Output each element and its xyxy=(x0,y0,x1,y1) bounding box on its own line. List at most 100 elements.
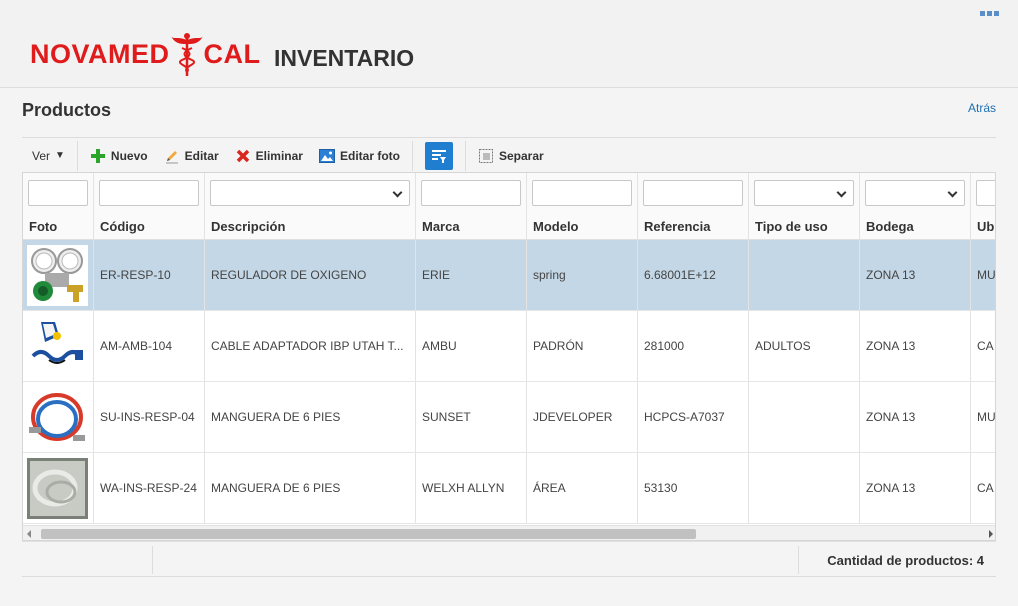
hose-image xyxy=(27,387,88,448)
column-header-marca[interactable]: Marca xyxy=(416,213,527,239)
detach-button[interactable]: Separar xyxy=(470,139,552,172)
horizontal-scrollbar[interactable] xyxy=(23,525,995,540)
cell-descripcion: CABLE ADAPTADOR IBP UTAH T... xyxy=(205,311,416,381)
cable-image xyxy=(27,316,88,377)
novamedical-logo: NOVAMED CAL xyxy=(30,32,261,76)
cell-referencia: 6.68001E+12 xyxy=(638,240,749,310)
products-table: Foto Código Descripción Marca Modelo Ref… xyxy=(22,172,996,541)
view-menu-label: Ver xyxy=(32,148,51,163)
cell-referencia: 281000 xyxy=(638,311,749,381)
query-by-example-button[interactable] xyxy=(424,141,453,170)
app-header: NOVAMED CAL INVENTARIO xyxy=(0,0,1018,88)
edit-photo-button[interactable]: Editar foto xyxy=(311,139,408,172)
photo-cell xyxy=(23,311,94,381)
cell-tipo-uso xyxy=(749,382,860,452)
logo-text-right: CAL xyxy=(203,38,261,69)
delete-button[interactable]: Eliminar xyxy=(227,139,311,172)
toolbar: Ver ▼ Nuevo Editar Eliminar Editar foto xyxy=(22,139,996,172)
header-row: Foto Código Descripción Marca Modelo Ref… xyxy=(23,213,995,240)
filter-cell-descripcion xyxy=(205,173,416,213)
cell-ubicacion: MU xyxy=(977,410,996,424)
filter-cell-codigo xyxy=(94,173,205,213)
photo-cell xyxy=(23,240,94,310)
filter-input-referencia[interactable] xyxy=(643,180,743,206)
cell-bodega: ZONA 13 xyxy=(860,382,971,452)
new-button[interactable]: Nuevo xyxy=(82,139,156,172)
table-row[interactable]: SU-INS-RESP-04 MANGUERA DE 6 PIES SUNSET… xyxy=(23,382,996,453)
filter-input-ubicacion[interactable] xyxy=(976,180,995,206)
regulator-image xyxy=(27,245,88,306)
filter-cell-tipo-uso xyxy=(749,173,860,213)
cell-tipo-uso xyxy=(749,453,860,523)
cell-codigo: ER-RESP-10 xyxy=(94,240,205,310)
status-bar: Cantidad de productos: 4 xyxy=(22,541,996,577)
cell-descripcion: MANGUERA DE 6 PIES xyxy=(205,382,416,452)
filter-select-tipo-uso[interactable] xyxy=(754,180,854,206)
filter-select-descripcion[interactable] xyxy=(210,180,410,206)
cell-ubicacion: CA xyxy=(977,339,994,353)
caret-down-icon: ▼ xyxy=(55,150,65,161)
cell-modelo: JDEVELOPER xyxy=(527,382,638,452)
cell-marca: AMBU xyxy=(416,311,527,381)
app-title: INVENTARIO xyxy=(274,45,415,71)
table-row[interactable]: ER-RESP-10 REGULADOR DE OXIGENO ERIE spr… xyxy=(23,240,995,311)
column-header-foto[interactable]: Foto xyxy=(23,213,94,239)
bag-image xyxy=(27,458,88,519)
cell-codigo: WA-INS-RESP-24 xyxy=(94,453,205,523)
cell-descripcion: MANGUERA DE 6 PIES xyxy=(205,453,416,523)
cell-tipo-uso xyxy=(749,240,860,310)
toolbar-separator xyxy=(76,140,78,171)
caduceus-icon xyxy=(170,33,203,76)
back-link[interactable]: Atrás xyxy=(968,101,996,115)
scroll-left-arrow-icon[interactable] xyxy=(27,530,31,538)
image-icon xyxy=(318,148,335,163)
status-separator xyxy=(798,546,799,574)
filter-input-codigo[interactable] xyxy=(99,180,199,206)
column-header-codigo[interactable]: Código xyxy=(94,213,205,239)
edit-button[interactable]: Editar xyxy=(156,139,227,172)
column-header-referencia[interactable]: Referencia xyxy=(638,213,749,239)
delete-x-icon xyxy=(236,149,249,162)
column-header-descripcion[interactable]: Descripción xyxy=(205,213,416,239)
pencil-icon xyxy=(165,150,178,163)
delete-button-label: Eliminar xyxy=(255,148,303,163)
cell-tipo-uso: ADULTOS xyxy=(749,311,860,381)
scrollbar-thumb[interactable] xyxy=(41,529,696,539)
filter-input-modelo[interactable] xyxy=(532,180,632,206)
filter-cell-foto xyxy=(23,173,94,213)
view-menu[interactable]: Ver ▼ xyxy=(22,139,73,172)
table-row[interactable]: WA-INS-RESP-24 MANGUERA DE 6 PIES WELXH … xyxy=(23,453,995,524)
filter-icon xyxy=(431,149,446,163)
filter-select-bodega[interactable] xyxy=(865,180,965,206)
filter-input-marca[interactable] xyxy=(421,180,521,206)
cell-marca: ERIE xyxy=(416,240,527,310)
edit-button-label: Editar xyxy=(184,148,219,163)
product-count: Cantidad de productos: 4 xyxy=(827,553,984,568)
filter-cell-modelo xyxy=(527,173,638,213)
cell-referencia: HCPCS-A7037 xyxy=(638,382,749,452)
filter-cell-referencia xyxy=(638,173,749,213)
filter-cell-ubicacion xyxy=(971,173,995,213)
table-row[interactable]: AM-AMB-104 CABLE ADAPTADOR IBP UTAH T...… xyxy=(23,311,995,382)
plus-icon xyxy=(90,148,105,163)
column-header-modelo[interactable]: Modelo xyxy=(527,213,638,239)
cell-descripcion: REGULADOR DE OXIGENO xyxy=(205,240,416,310)
filter-cell-bodega xyxy=(860,173,971,213)
cell-bodega: ZONA 13 xyxy=(860,311,971,381)
cell-marca: WELXH ALLYN xyxy=(416,453,527,523)
table-body: ER-RESP-10 REGULADOR DE OXIGENO ERIE spr… xyxy=(23,240,996,524)
filter-cell-marca xyxy=(416,173,527,213)
toolbar-separator xyxy=(411,140,413,171)
title-divider xyxy=(22,137,996,138)
logo-text-left: NOVAMED xyxy=(30,38,170,69)
column-header-ubicacion[interactable]: Ubi xyxy=(971,213,995,239)
filter-input-foto[interactable] xyxy=(28,180,88,206)
cell-modelo: PADRÓN xyxy=(527,311,638,381)
toolbar-separator xyxy=(464,140,466,171)
column-header-tipo-uso[interactable]: Tipo de uso xyxy=(749,213,860,239)
column-header-bodega[interactable]: Bodega xyxy=(860,213,971,239)
filter-row xyxy=(23,173,995,213)
menu-icon[interactable] xyxy=(980,11,1000,19)
cell-modelo: ÁREA xyxy=(527,453,638,523)
scroll-right-arrow-icon[interactable] xyxy=(989,530,993,538)
